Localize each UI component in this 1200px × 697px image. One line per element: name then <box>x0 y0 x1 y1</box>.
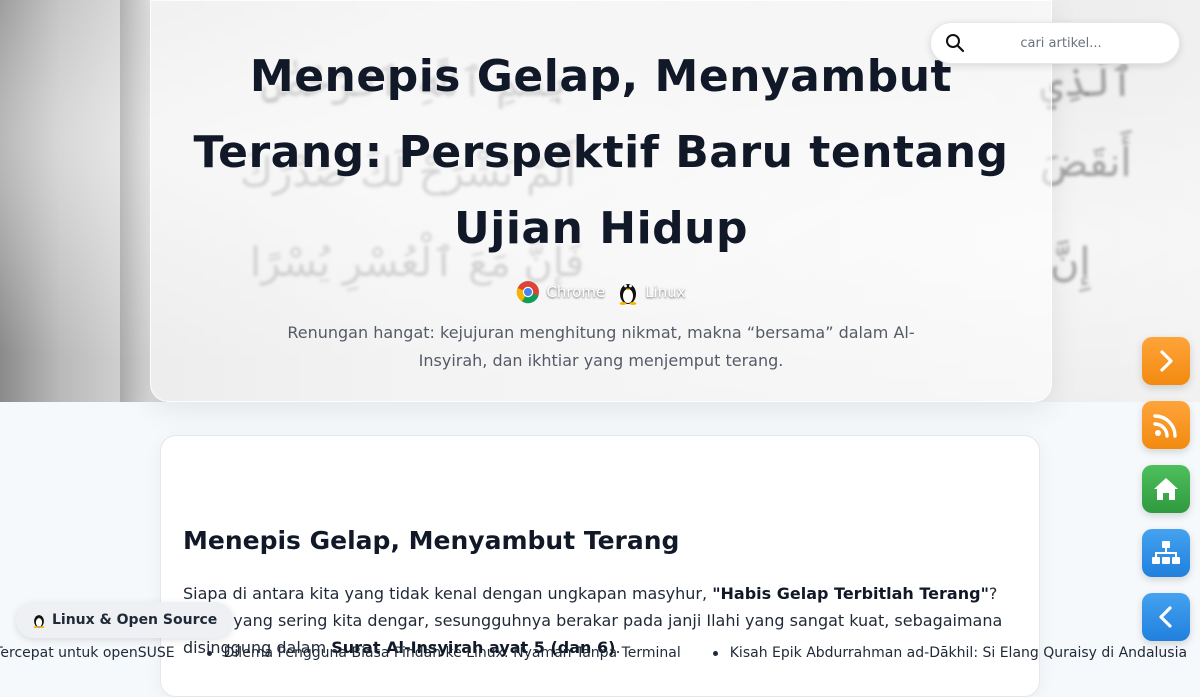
bullet-dot <box>206 650 212 656</box>
article-subtitle: Renungan hangat: kejujuran menghitung ni… <box>287 323 915 370</box>
paragraph-text: Siapa di antara kita yang tidak kenal de… <box>183 584 713 603</box>
sitemap-button[interactable] <box>1142 529 1190 577</box>
article-heading: Menepis Gelap, Menyambut Terang <box>183 526 680 555</box>
badge-linux: Linux <box>617 279 686 305</box>
hero-card: Menepis Gelap, Menyambut Terang: Perspek… <box>150 0 1052 402</box>
home-button[interactable] <box>1142 465 1190 513</box>
chip-label: Linux & Open Source <box>52 612 218 628</box>
background-script-text: أَنقَضَ <box>1040 140 1132 186</box>
ticker-item[interactable]: Kisah Epik Abdurrahman ad-Dākhil: Si Ela… <box>712 645 1187 661</box>
platform-badges: Chrome Linux <box>151 279 1051 305</box>
rss-button[interactable] <box>1142 401 1190 449</box>
badge-label: Chrome <box>546 283 606 301</box>
news-ticker: ror Tercepat untuk openSUSE Dilema Pengg… <box>0 642 1200 666</box>
chevron-right-icon <box>1160 350 1173 372</box>
ticker-link[interactable]: Dilema Pengguna Biasa Pindah ke Linux: N… <box>224 645 681 661</box>
category-chip[interactable]: Linux & Open Source <box>16 602 234 638</box>
tux-icon <box>619 284 637 305</box>
chevron-left-icon <box>1159 606 1172 628</box>
search-box[interactable] <box>930 22 1180 64</box>
article-title: Menepis Gelap, Menyambut Terang: Perspek… <box>193 51 1009 254</box>
rss-icon <box>1153 414 1177 438</box>
ticker-item[interactable]: ror Tercepat untuk openSUSE <box>0 645 175 661</box>
tux-icon <box>33 615 45 628</box>
back-button[interactable] <box>1142 593 1190 641</box>
ticker-item[interactable]: Dilema Pengguna Biasa Pindah ke Linux: N… <box>206 645 681 661</box>
quote-highlight: "Habis Gelap Terbitlah Terang" <box>712 584 989 603</box>
search-input[interactable] <box>965 34 1157 52</box>
background-script-text: إِنَّ <box>1050 240 1091 286</box>
background-script-text: ٱلَّذِي <box>1040 60 1134 106</box>
bullet-dot <box>712 650 718 656</box>
sitemap-icon <box>1152 541 1180 564</box>
ticker-link[interactable]: ror Tercepat untuk openSUSE <box>0 645 175 661</box>
ticker-link[interactable]: Kisah Epik Abdurrahman ad-Dākhil: Si Ela… <box>730 645 1187 661</box>
chrome-icon <box>517 281 540 304</box>
badge-label: Linux <box>645 283 686 301</box>
home-icon <box>1154 478 1178 500</box>
next-button[interactable] <box>1142 337 1190 385</box>
ticker-track: ror Tercepat untuk openSUSE Dilema Pengg… <box>0 645 1200 661</box>
badge-chrome: Chrome <box>516 280 605 304</box>
book-page-edge <box>120 0 150 402</box>
search-icon[interactable] <box>945 33 965 53</box>
